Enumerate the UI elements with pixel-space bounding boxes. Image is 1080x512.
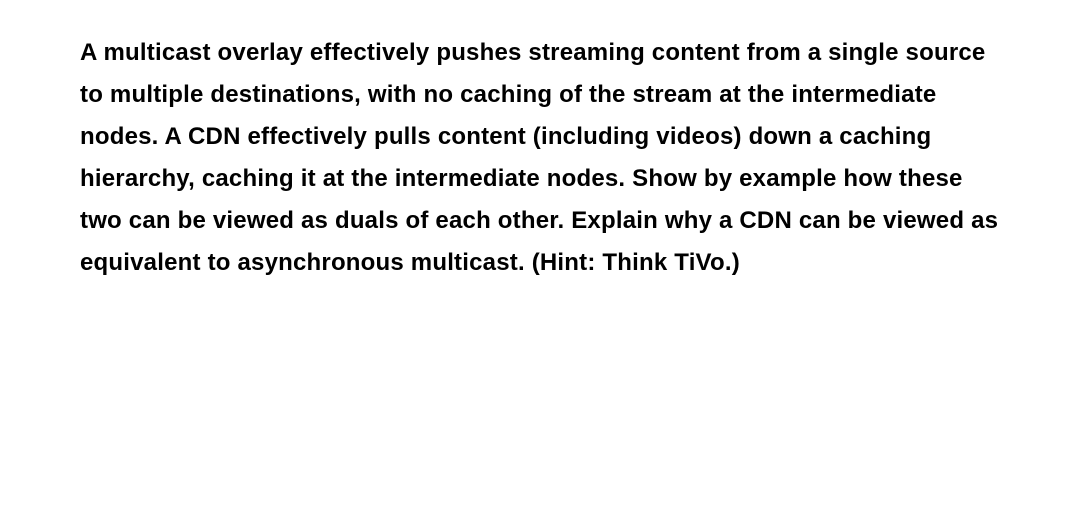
question-text: A multicast overlay effectively pushes s… — [80, 32, 1000, 284]
